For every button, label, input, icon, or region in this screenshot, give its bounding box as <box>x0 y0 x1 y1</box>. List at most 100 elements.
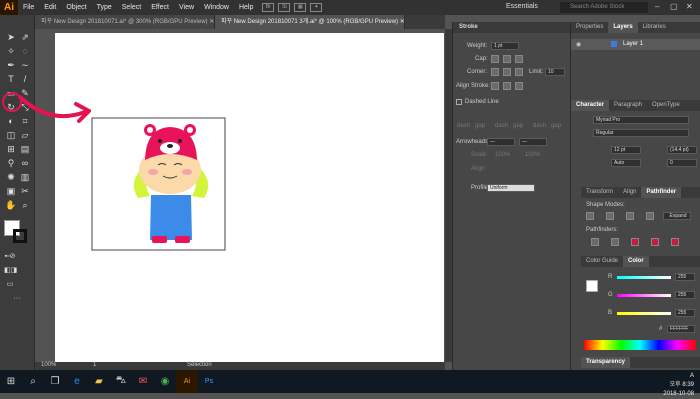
color-tabs: Color Guide Color <box>581 256 700 267</box>
corner-label: Corner: <box>467 69 488 75</box>
task-view-icon[interactable]: ❐ <box>44 370 66 393</box>
tracking-field[interactable]: 0 <box>667 159 697 167</box>
shape-modes-label: Shape Modes: <box>586 202 625 208</box>
character-tabs: Character Paragraph OpenType <box>571 100 700 111</box>
outline-icon[interactable] <box>671 238 679 246</box>
transparency-tab: Transparency <box>581 357 700 368</box>
artboard-number[interactable]: 1 <box>93 362 96 368</box>
scale-label: Scale: <box>471 152 488 158</box>
trim-icon[interactable] <box>611 238 619 246</box>
tray-date[interactable]: 2018-10-08 <box>663 391 694 397</box>
system-tray: A 오후 8:39 2018-10-08 <box>663 372 694 399</box>
annotation-arrow <box>18 95 87 119</box>
tab-transparency[interactable]: Transparency <box>581 357 631 368</box>
right-panels: Properties Layers Libraries ◉ Layer 1 Ch… <box>570 22 700 370</box>
edge-icon[interactable]: e <box>66 370 88 393</box>
tray-language[interactable]: A <box>690 373 694 379</box>
windows-taskbar: ⊞ ⌕ ❐ e ▰ ⛍ ✉ ◉ Ai Ps A 오후 8:39 2018-10-… <box>0 370 700 397</box>
tray-time[interactable]: 오후 8:39 <box>670 382 694 388</box>
miter-join-icon[interactable] <box>491 68 499 76</box>
r-value[interactable]: 255 <box>675 273 695 281</box>
crop-icon[interactable] <box>651 238 659 246</box>
start-arrowhead-select[interactable]: — <box>487 138 515 146</box>
b-label: B <box>608 310 613 316</box>
tab-align[interactable]: Align <box>618 187 641 198</box>
round-cap-icon[interactable] <box>503 55 511 63</box>
hex-label: # <box>659 326 663 332</box>
weight-field[interactable]: 1 pt <box>491 42 519 50</box>
tab-properties[interactable]: Properties <box>571 22 608 33</box>
font-style-field[interactable]: Regular <box>593 129 689 137</box>
dash-label-2: dash <box>495 123 509 129</box>
layer-name[interactable]: Layer 1 <box>623 41 643 47</box>
arrowheads-label: Arrowheads: <box>456 139 490 145</box>
r-slider[interactable] <box>617 276 671 279</box>
expand-button[interactable]: Expand <box>663 212 691 220</box>
profile-select[interactable]: Uniform <box>487 184 535 192</box>
pathfinder-tabs: Transform Align Pathfinder <box>581 187 700 198</box>
layer-row[interactable]: ◉ Layer 1 <box>571 39 700 50</box>
merge-icon[interactable] <box>631 238 639 246</box>
align-center-icon[interactable] <box>491 82 499 90</box>
vertical-scrollbar[interactable] <box>445 29 452 362</box>
status-bar: 100% 1 Selection <box>35 362 445 370</box>
store-icon[interactable]: ⛍ <box>110 370 132 393</box>
gap-label-3: gap <box>551 123 562 129</box>
tab-color-guide[interactable]: Color Guide <box>581 256 623 267</box>
layer-color-swatch <box>611 41 617 47</box>
photoshop-taskbar-icon[interactable]: Ps <box>198 370 220 393</box>
search-icon[interactable]: ⌕ <box>22 370 44 393</box>
g-slider[interactable] <box>617 294 671 297</box>
g-label: G <box>608 292 613 298</box>
color-spectrum[interactable] <box>584 340 696 350</box>
tab-layers[interactable]: Layers <box>608 22 638 33</box>
bevel-join-icon[interactable] <box>515 68 523 76</box>
chrome-icon[interactable]: ◉ <box>154 370 176 393</box>
butt-cap-icon[interactable] <box>491 55 499 63</box>
tab-transform[interactable]: Transform <box>581 187 618 198</box>
end-arrowhead-select[interactable]: — <box>519 138 547 146</box>
hex-field[interactable]: FFFFFF <box>667 325 695 333</box>
dashed-line-checkbox[interactable] <box>456 99 462 105</box>
weight-label: Weight: <box>467 43 488 49</box>
color-fill-swatch[interactable] <box>586 280 598 292</box>
illustrator-taskbar-icon[interactable]: Ai <box>176 370 198 393</box>
current-tool-label: Selection <box>187 362 212 368</box>
align-stroke-label: Align Stroke: <box>456 83 491 89</box>
mail-icon[interactable]: ✉ <box>132 370 154 393</box>
cap-label: Cap: <box>475 56 488 62</box>
b-value[interactable]: 255 <box>675 309 695 317</box>
font-family-field[interactable]: Myriad Pro <box>593 116 689 124</box>
tab-pathfinder[interactable]: Pathfinder <box>641 187 682 198</box>
round-join-icon[interactable] <box>503 68 511 76</box>
limit-field[interactable]: 10 <box>545 68 565 76</box>
dash-label-1: dash <box>457 123 471 129</box>
unite-icon[interactable] <box>586 212 594 220</box>
tab-color[interactable]: Color <box>623 256 649 267</box>
leading-field[interactable]: (14.4 pt) <box>667 146 697 154</box>
stroke-panel-tab[interactable]: Stroke <box>453 22 570 33</box>
align-arrow-label: Align: <box>471 166 487 172</box>
tab-libraries[interactable]: Libraries <box>638 22 671 33</box>
intersect-icon[interactable] <box>626 212 634 220</box>
divide-icon[interactable] <box>591 238 599 246</box>
align-outside-icon[interactable] <box>515 82 523 90</box>
windows-start-icon[interactable]: ⊞ <box>0 370 22 393</box>
minus-front-icon[interactable] <box>606 212 614 220</box>
scale-end-value[interactable]: 100% <box>525 152 540 158</box>
align-inside-icon[interactable] <box>503 82 511 90</box>
g-value[interactable]: 255 <box>675 291 695 299</box>
kerning-field[interactable]: Auto <box>611 159 641 167</box>
file-explorer-icon[interactable]: ▰ <box>88 370 110 393</box>
tab-paragraph[interactable]: Paragraph <box>609 100 647 111</box>
exclude-icon[interactable] <box>646 212 654 220</box>
eye-icon[interactable]: ◉ <box>576 41 581 48</box>
tab-character[interactable]: Character <box>571 100 610 111</box>
scale-start-value[interactable]: 100% <box>495 152 510 158</box>
zoom-level[interactable]: 100% <box>41 362 56 368</box>
projecting-cap-icon[interactable] <box>515 55 523 63</box>
font-size-field[interactable]: 12 pt <box>611 146 641 154</box>
b-slider[interactable] <box>617 312 671 315</box>
layers-tabs: Properties Layers Libraries <box>571 22 700 33</box>
tab-opentype[interactable]: OpenType <box>647 100 685 111</box>
